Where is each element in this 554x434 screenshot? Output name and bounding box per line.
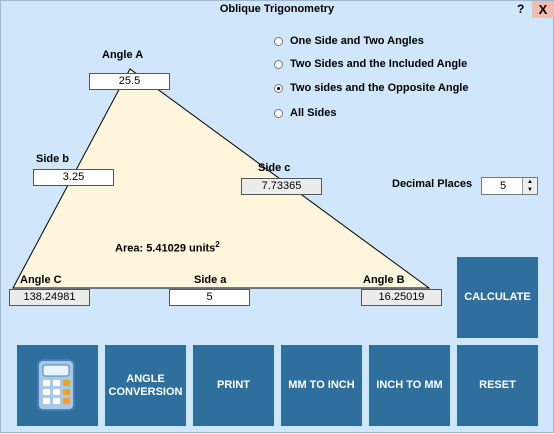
mm-to-inch-button[interactable]: MM TO INCH [281,345,362,426]
side-a-input[interactable]: 5 [169,289,250,306]
mode-option-one-side-two-angles[interactable]: One Side and Two Angles [274,34,424,48]
mode-option-label: Two sides and the Opposite Angle [290,82,469,94]
side-b-label: Side b [36,153,70,165]
angle-a-label: Angle A [102,49,144,61]
area-readout: Area: 5.41029 units2 [115,240,220,255]
radio-indicator[interactable] [274,59,283,69]
stepper-arrows-icon[interactable]: ▲ ▼ [522,178,537,194]
decimal-places-stepper[interactable]: 5 ▲ ▼ [481,177,538,195]
mode-option-two-sides-opposite-angle[interactable]: Two sides and the Opposite Angle [274,81,468,95]
area-label: Area: [115,242,144,255]
calculate-button[interactable]: CALCULATE [457,257,538,338]
area-unit: units [189,242,216,255]
angle-c-output: 138.24981 [9,289,90,306]
radio-indicator-selected[interactable] [274,83,283,93]
calculator-icon [36,358,75,411]
angle-b-label: Angle B [363,274,405,286]
radio-indicator[interactable] [274,36,283,46]
inch-to-mm-button[interactable]: INCH TO MM [369,345,450,426]
angle-b-output: 16.25019 [361,289,442,306]
print-button[interactable]: PRINT [193,345,274,426]
angle-a-input[interactable]: 25.5 [89,73,170,90]
decimal-places-label: Decimal Places [392,178,473,190]
app-window: Oblique Trigonometry ? X Angle A 25.5 Si… [0,0,554,433]
area-value: 5.41029 [146,242,186,255]
side-c-output: 7.73365 [241,178,322,195]
side-c-label: Side c [258,162,291,174]
side-b-input[interactable]: 3.25 [33,169,114,186]
reset-button[interactable]: RESET [457,345,538,426]
mode-option-label: Two Sides and the Included Angle [290,58,468,70]
radio-indicator[interactable] [274,108,283,118]
mode-option-two-sides-included-angle[interactable]: Two Sides and the Included Angle [274,57,467,71]
calculator-button[interactable] [17,345,98,426]
angle-c-label: Angle C [20,274,62,286]
mode-option-all-sides[interactable]: All Sides [274,106,336,120]
side-a-label: Side a [194,274,227,286]
area-unit-power: 2 [215,240,220,249]
decimal-places-value[interactable]: 5 [482,178,524,194]
angle-conversion-button[interactable]: ANGLE CONVERSION [105,345,186,426]
mode-option-label: One Side and Two Angles [290,35,424,47]
mode-option-label: All Sides [290,107,337,119]
